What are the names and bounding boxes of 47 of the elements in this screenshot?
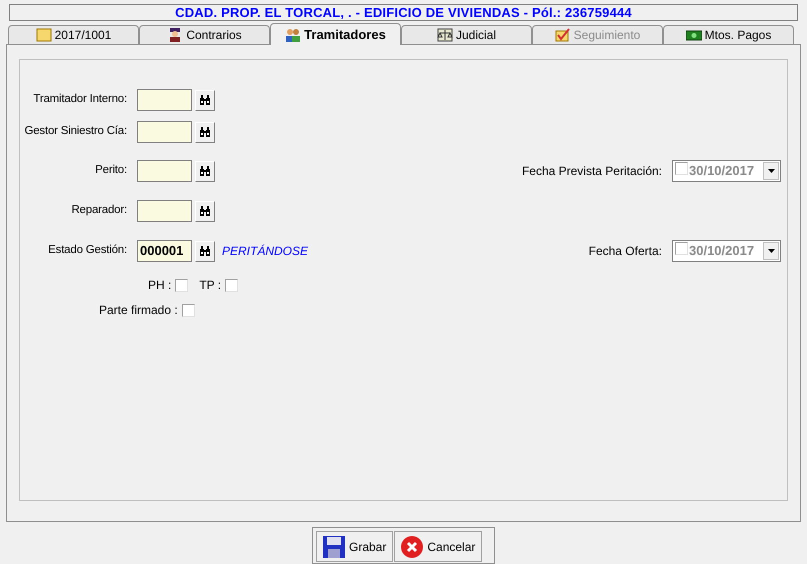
tab[interactable]: Contrarios	[139, 25, 270, 44]
status-text: PERITÁNDOSE	[222, 243, 308, 260]
checkbox-label: TP :	[199, 277, 222, 294]
binoculars-icon	[199, 206, 211, 216]
field-label: Tramitador Interno:	[32, 92, 128, 108]
checkbox[interactable]	[175, 278, 188, 292]
binoculars-icon	[199, 127, 211, 137]
scale-icon	[436, 28, 453, 42]
date-label: Fecha Oferta:	[588, 243, 662, 260]
save-button[interactable]: Grabar	[316, 531, 394, 562]
notebook-icon	[36, 28, 52, 42]
tab[interactable]: Judicial	[401, 25, 532, 44]
tab[interactable]: Tramitadores	[270, 23, 401, 45]
search-button[interactable]	[195, 160, 215, 182]
date-value: 30/10/2017	[689, 162, 754, 180]
input-field[interactable]	[137, 200, 192, 222]
checkbox[interactable]	[675, 162, 688, 175]
binoculars-icon	[199, 246, 211, 256]
binoculars-icon	[199, 95, 211, 105]
window-title: CDAD. PROP. EL TORCAL, . - EDIFICIO DE VIVIENDAS - Pól.: 236759444	[9, 4, 798, 21]
field-label: Perito:	[94, 163, 128, 178]
date-label: Fecha Prevista Peritación:	[522, 163, 662, 180]
tab[interactable]: Mtos. Pagos	[663, 25, 794, 44]
field-label: Reparador:	[70, 203, 128, 218]
input-field[interactable]: 000001	[137, 240, 192, 262]
close-icon	[401, 536, 424, 558]
input-field[interactable]	[137, 160, 192, 182]
checkbox[interactable]	[225, 278, 238, 292]
input-field[interactable]	[137, 121, 192, 143]
tab[interactable]: 2017/1001	[8, 25, 139, 44]
field-label: Estado Gestión:	[47, 243, 128, 258]
checkbox-label: PH :	[148, 277, 172, 294]
checkbox-icon	[554, 28, 571, 42]
search-button[interactable]	[195, 90, 215, 110]
search-button[interactable]	[195, 200, 215, 222]
checkbox-label: Parte firmado :	[99, 302, 178, 319]
banknote-icon	[686, 28, 702, 42]
people-icon	[285, 28, 302, 42]
search-button[interactable]	[195, 240, 215, 262]
input-field[interactable]	[137, 89, 192, 111]
search-button[interactable]	[195, 122, 215, 142]
cancel-button[interactable]: Cancelar	[394, 531, 482, 562]
binoculars-icon	[199, 166, 211, 176]
checkbox[interactable]	[675, 242, 688, 255]
checkbox[interactable]	[182, 304, 195, 316]
field-label: Gestor Siniestro Cía:	[23, 124, 128, 140]
date-value: 30/10/2017	[689, 242, 754, 260]
